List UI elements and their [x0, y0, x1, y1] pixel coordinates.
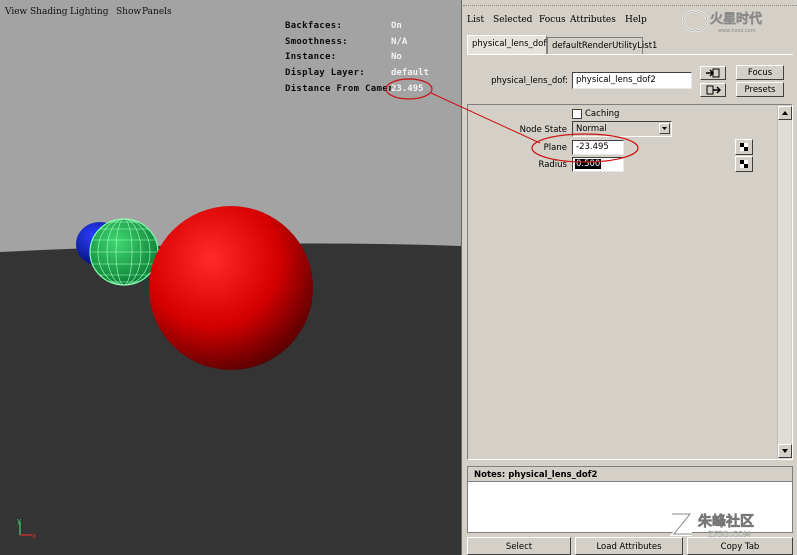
node-state-label: Node State — [519, 125, 567, 135]
hud-distance-label: Distance From Camera: — [285, 84, 391, 94]
hud-smoothness-label: Smoothness: — [285, 37, 348, 47]
checker-map-icon — [740, 160, 748, 168]
node-name-label: physical_lens_dof: — [491, 76, 568, 86]
tab-divider — [467, 54, 793, 55]
menu-help[interactable]: Help — [625, 15, 647, 25]
load-attributes-button[interactable]: Load Attributes — [575, 537, 683, 555]
menu-lighting[interactable]: Lighting — [70, 7, 108, 17]
menu-view[interactable]: View — [5, 7, 27, 17]
3d-viewport[interactable]: View Shading Lighting Show Panels Backfa… — [0, 0, 462, 555]
menu-attributes[interactable]: Attributes — [570, 15, 616, 25]
menu-panels[interactable]: Panels — [142, 7, 172, 17]
plane-field[interactable]: -23.495 — [572, 140, 624, 155]
hud-instance-label: Instance: — [285, 52, 337, 62]
viewport-menubar: View Shading Lighting Show Panels — [0, 0, 461, 20]
plane-label: Plane — [543, 143, 567, 153]
focus-button[interactable]: Focus — [736, 65, 784, 80]
output-arrow-icon — [706, 85, 721, 95]
hud-backfaces-value: On — [391, 21, 402, 31]
hud-distance-value: 23.495 — [391, 84, 424, 94]
svg-text:ZF3D.COM: ZF3D.COM — [708, 530, 751, 539]
node-state-value: Normal — [576, 124, 607, 134]
hud-smoothness-value: N/A — [391, 37, 408, 47]
red-sphere — [149, 206, 313, 370]
dropdown-arrow-button[interactable] — [659, 123, 670, 134]
tab-physical-lens-dof2[interactable]: physical_lens_dof2 — [467, 35, 552, 54]
svg-text:火星时代: 火星时代 — [710, 11, 762, 27]
axis-gizmo-icon: y x — [17, 518, 36, 540]
menu-focus[interactable]: Focus — [539, 15, 566, 25]
menu-selected[interactable]: Selected — [493, 15, 532, 25]
chevron-up-icon — [782, 111, 788, 115]
radius-field[interactable]: 0.500 — [572, 157, 624, 172]
input-arrow-icon — [706, 68, 720, 78]
chevron-down-icon — [662, 127, 667, 130]
caching-label: Caching — [585, 109, 620, 119]
scroll-up-button[interactable] — [778, 106, 792, 120]
chevron-down-icon — [782, 449, 788, 453]
node-state-dropdown[interactable]: Normal — [572, 121, 672, 137]
notes-header: Notes: physical_lens_dof2 — [467, 466, 793, 482]
watermark-logo-bottom: 朱峰社区 ZF3D.COM — [668, 510, 796, 540]
svg-text:www.hxsd.com: www.hxsd.com — [718, 28, 756, 34]
hud-backfaces-label: Backfaces: — [285, 21, 343, 31]
svg-text:朱峰社区: 朱峰社区 — [698, 513, 754, 530]
watermark-logo-top: 火星时代 www.hxsd.com — [680, 8, 790, 34]
menu-show[interactable]: Show — [116, 7, 141, 17]
hud-display-layer-value: default — [391, 68, 429, 78]
scroll-down-button[interactable] — [778, 444, 792, 458]
panel-divider — [463, 5, 797, 6]
node-name-field[interactable]: physical_lens_dof2 — [572, 72, 692, 89]
caching-checkbox[interactable] — [572, 109, 582, 119]
radius-map-button[interactable] — [735, 156, 753, 172]
attributes-scrollbar[interactable] — [777, 106, 792, 458]
svg-text:y: y — [17, 518, 21, 525]
tab-default-render-utility-list[interactable]: defaultRenderUtilityList1 — [547, 37, 657, 54]
plane-map-button[interactable] — [735, 139, 753, 155]
checker-map-icon — [740, 143, 748, 151]
focus-input-button[interactable] — [700, 66, 726, 80]
focus-output-button[interactable] — [700, 83, 726, 97]
menu-list[interactable]: List — [467, 15, 484, 25]
radius-value: 0.500 — [575, 159, 602, 169]
select-button[interactable]: Select — [467, 537, 571, 555]
menu-shading[interactable]: Shading — [30, 7, 68, 17]
hud-instance-value: No — [391, 52, 402, 62]
svg-text:x: x — [32, 532, 36, 540]
radius-label: Radius — [538, 160, 567, 170]
green-wireframe-sphere — [89, 218, 159, 286]
hud-display-layer-label: Display Layer: — [285, 68, 366, 78]
presets-button[interactable]: Presets — [736, 82, 784, 97]
